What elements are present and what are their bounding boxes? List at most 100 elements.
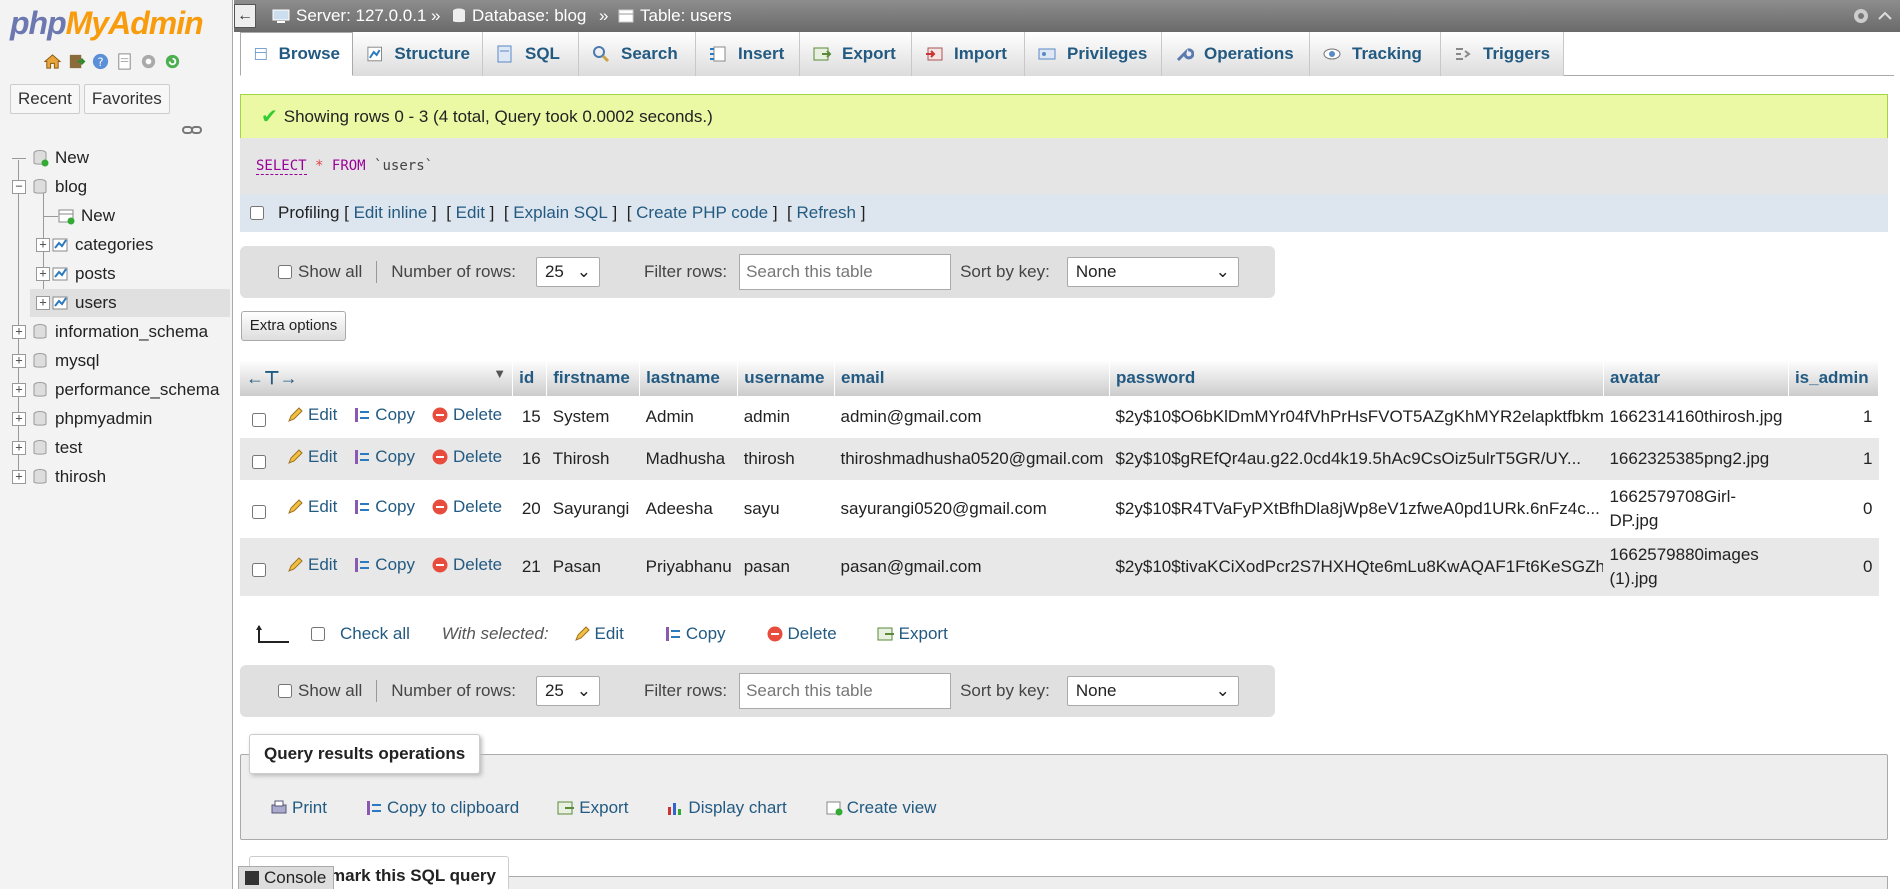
cell-firstname[interactable]: Thirosh	[546, 438, 640, 480]
settings-icon[interactable]	[139, 52, 158, 71]
cell-lastname[interactable]: Priyabhanu	[639, 538, 738, 596]
row-copy-button[interactable]: Copy	[353, 555, 415, 575]
expand-toggle[interactable]: +	[12, 470, 26, 484]
row-edit-button[interactable]: Edit	[286, 555, 337, 575]
cell-email[interactable]: sayurangi0520@gmail.com	[834, 480, 1110, 538]
create-view-button[interactable]: Create view	[825, 798, 936, 818]
tab-export[interactable]: Export	[800, 32, 912, 76]
tree-item-new-database[interactable]: New	[12, 144, 89, 172]
cell-password[interactable]: $2y$10$tivaKCiXodPcr2S7HXHQte6mLu8KwAQAF…	[1109, 538, 1604, 596]
table-row[interactable]: Edit Copy Delete 21 Pasan Priyabhanu pasan pasa…	[240, 538, 1879, 596]
cell-username[interactable]: thirosh	[737, 438, 835, 480]
cell-lastname[interactable]: Madhusha	[639, 438, 738, 480]
column-header-lastname[interactable]: lastname	[639, 360, 739, 396]
export-button[interactable]: Export	[557, 798, 628, 818]
collapse-icon[interactable]	[1876, 7, 1894, 25]
cell-firstname[interactable]: Pasan	[546, 538, 640, 596]
cell-is-admin[interactable]: 0	[1788, 538, 1879, 596]
column-controls[interactable]: ←⊤→ ▼	[240, 360, 514, 396]
bulk-copy-button[interactable]: Copy	[664, 624, 726, 644]
cell-lastname[interactable]: Admin	[639, 396, 738, 438]
cell-email[interactable]: admin@gmail.com	[834, 396, 1110, 438]
explain-sql-link[interactable]: Explain SQL	[513, 203, 608, 223]
tab-browse[interactable]: Browse	[240, 32, 353, 76]
expand-toggle[interactable]: +	[36, 296, 50, 310]
column-header-password[interactable]: password	[1109, 360, 1604, 396]
show-all-checkbox[interactable]	[278, 265, 292, 279]
row-delete-button[interactable]: Delete	[431, 555, 502, 575]
help-icon[interactable]: ?	[91, 52, 110, 71]
favorites-tab[interactable]: Favorites	[83, 84, 170, 114]
expand-toggle[interactable]: +	[12, 354, 26, 368]
cell-password[interactable]: $2y$10$O6bKlDmMYr04fVhPrHsFVOT5AZgKhMYR2…	[1109, 396, 1604, 438]
column-header-email[interactable]: email	[834, 360, 1110, 396]
table-row[interactable]: Edit Copy Delete 16 Thirosh Madhusha thirosh th…	[240, 438, 1879, 480]
reload-icon[interactable]	[163, 52, 182, 71]
rows-select[interactable]: 25 ⌄	[535, 676, 600, 706]
check-all-link[interactable]: Check all	[340, 624, 410, 644]
tree-item-performance-schema[interactable]: + performance_schema	[12, 376, 219, 404]
cell-username[interactable]: sayu	[737, 480, 835, 538]
cell-lastname[interactable]: Adeesha	[639, 480, 738, 538]
row-delete-button[interactable]: Delete	[431, 497, 502, 517]
row-delete-button[interactable]: Delete	[431, 447, 502, 467]
column-header-firstname[interactable]: firstname	[546, 360, 641, 396]
collapse-navigation-button[interactable]: ←	[234, 4, 256, 28]
bulk-delete-button[interactable]: Delete	[766, 624, 837, 644]
expand-toggle[interactable]: +	[12, 325, 26, 339]
cell-avatar[interactable]: 1662579880images (1).jpg	[1603, 538, 1789, 596]
cell-id[interactable]: 20	[512, 480, 547, 538]
edit-inline-link[interactable]: Edit inline	[354, 203, 428, 223]
row-edit-button[interactable]: Edit	[286, 447, 337, 467]
expand-toggle[interactable]: +	[36, 267, 50, 281]
tab-triggers[interactable]: Triggers	[1441, 32, 1564, 76]
cell-password[interactable]: $2y$10$R4TVaFyPXtBfhDla8jWp8eV1zfweA0pd1…	[1109, 480, 1604, 538]
cell-avatar[interactable]: 1662314160thirosh.jpg	[1603, 396, 1789, 438]
extra-options-button[interactable]: Extra options	[241, 311, 346, 341]
breadcrumb-database[interactable]: Database: blog	[452, 0, 586, 32]
breadcrumb-server[interactable]: Server: 127.0.0.1	[272, 0, 426, 32]
tab-operations[interactable]: Operations	[1162, 32, 1310, 76]
tree-item-categories[interactable]: + categories	[36, 231, 153, 259]
column-header-avatar[interactable]: avatar	[1603, 360, 1789, 396]
sort-arrow-icon[interactable]: ▼	[493, 366, 506, 381]
cell-is-admin[interactable]: 1	[1788, 396, 1879, 438]
tree-item-new-table[interactable]: New	[44, 202, 115, 230]
row-checkbox[interactable]	[252, 504, 266, 519]
rows-select[interactable]: 25 ⌄	[535, 257, 600, 287]
tree-item-test[interactable]: + test	[12, 434, 82, 462]
tree-item-blog[interactable]: − blog	[12, 173, 87, 201]
cell-is-admin[interactable]: 1	[1788, 438, 1879, 480]
tree-item-posts[interactable]: + posts	[36, 260, 116, 288]
print-button[interactable]: Print	[270, 798, 327, 818]
column-header-is-admin[interactable]: is_admin	[1788, 360, 1880, 396]
tab-search[interactable]: Search	[579, 32, 696, 76]
edit-link[interactable]: Edit	[456, 203, 485, 223]
cell-password[interactable]: $2y$10$gREfQr4au.g22.0cd4k19.5hAc9CsOiz5…	[1109, 438, 1604, 480]
cell-firstname[interactable]: Sayurangi	[546, 480, 640, 538]
recent-tab[interactable]: Recent	[10, 84, 80, 114]
console-toggle[interactable]: Console	[238, 866, 334, 889]
tab-tracking[interactable]: Tracking	[1310, 32, 1441, 76]
cell-is-admin[interactable]: 0	[1788, 480, 1879, 538]
row-checkbox[interactable]	[252, 412, 266, 427]
tree-item-information-schema[interactable]: + information_schema	[12, 318, 208, 346]
row-edit-button[interactable]: Edit	[286, 497, 337, 517]
link-with-main-panel-icon[interactable]	[182, 123, 202, 137]
show-all-checkbox[interactable]	[278, 684, 292, 698]
bulk-export-button[interactable]: Export	[877, 624, 948, 644]
settings-icon[interactable]	[1852, 7, 1870, 25]
row-checkbox[interactable]	[252, 562, 266, 577]
filter-input[interactable]: Search this table	[739, 673, 952, 709]
row-edit-button[interactable]: Edit	[286, 405, 337, 425]
column-header-id[interactable]: id	[512, 360, 548, 396]
row-delete-button[interactable]: Delete	[431, 405, 502, 425]
cell-id[interactable]: 16	[512, 438, 547, 480]
cell-email[interactable]: pasan@gmail.com	[834, 538, 1110, 596]
phpmyadmin-logo[interactable]: phpMyAdmin	[10, 4, 204, 42]
cell-username[interactable]: admin	[737, 396, 835, 438]
cell-email[interactable]: thiroshmadhusha0520@gmail.com	[834, 438, 1110, 480]
column-resize-icon[interactable]: ←⊤→	[246, 368, 298, 388]
tab-insert[interactable]: Insert	[696, 32, 800, 76]
cell-avatar[interactable]: 1662325385png2.jpg	[1603, 438, 1789, 480]
